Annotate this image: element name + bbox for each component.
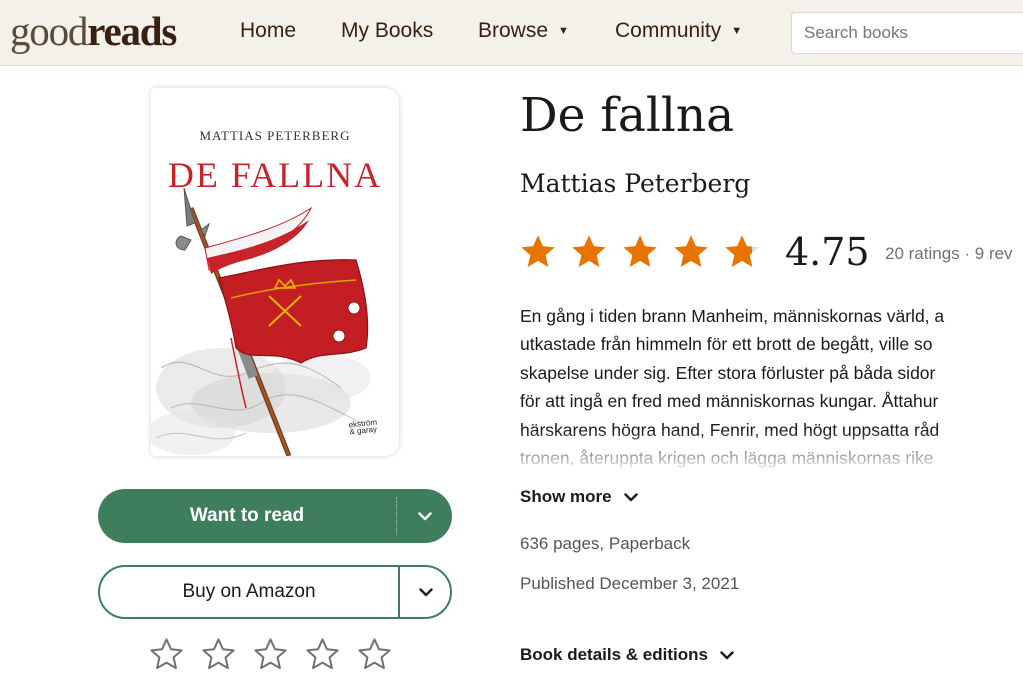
chevron-down-icon — [419, 587, 433, 596]
want-to-read-label: Want to read — [189, 505, 305, 526]
book-description: En gång i tiden brann Manheim, människor… — [520, 302, 1023, 472]
average-rating-stars — [518, 232, 762, 272]
search-input[interactable] — [791, 12, 1023, 54]
star-outline-icon[interactable] — [148, 636, 185, 673]
book-title: De fallna — [520, 88, 735, 143]
show-more-button[interactable]: Show more — [520, 487, 638, 507]
book-details-editions-toggle[interactable]: Book details & editions — [520, 645, 734, 665]
star-filled-icon — [674, 235, 708, 267]
logo-text-light: good — [10, 8, 88, 54]
goodreads-logo[interactable]: goodreads — [10, 7, 177, 55]
star-filled-icon — [572, 235, 606, 267]
nav-community-label: Community — [615, 19, 722, 42]
star-outline-icon[interactable] — [200, 636, 237, 673]
cover-publisher-logo: ekström & garay — [348, 418, 378, 437]
chevron-down-icon — [418, 511, 432, 520]
book-author-link[interactable]: Mattias Peterberg — [520, 169, 750, 198]
publisher-line-2: & garay — [348, 424, 377, 437]
show-more-label: Show more — [520, 487, 612, 506]
nav-community[interactable]: Community ▼ — [615, 19, 742, 43]
book-cover[interactable]: MATTIAS PETERBERG DE FALLNA ekström & ga… — [151, 88, 399, 456]
top-navigation-bar: goodreads Home My Books Browse ▼ Communit… — [0, 0, 1023, 66]
description-line: härskarens högra hand, Fenrir, med högt … — [520, 419, 940, 440]
logo-text-bold: reads — [87, 8, 177, 54]
star-filled-icon — [623, 235, 657, 267]
buy-on-amazon-button[interactable]: Buy on Amazon — [98, 565, 452, 619]
description-line: tronen, återuppta krigen och lägga männi… — [520, 448, 934, 469]
average-rating-value: 4.75 — [785, 230, 870, 274]
description-line: En gång i tiden brann Manheim, människor… — [520, 306, 945, 326]
book-details-label: Book details & editions — [520, 645, 708, 664]
chevron-down-icon — [623, 492, 638, 501]
rate-this-book — [148, 636, 393, 673]
description-line: utkastade från himmeln för ett brott de … — [520, 334, 933, 355]
star-outline-icon[interactable] — [356, 636, 393, 673]
buy-on-amazon-label: Buy on Amazon — [182, 581, 316, 602]
description-line: skapelse under sig. Efter stora förluste… — [520, 362, 936, 383]
nav-browse[interactable]: Browse ▼ — [478, 19, 569, 43]
caret-down-icon: ▼ — [558, 25, 569, 37]
banner-spear-illustration — [151, 188, 371, 456]
caret-down-icon: ▼ — [731, 25, 743, 37]
want-to-read-button[interactable]: Want to read — [98, 489, 452, 543]
nav-my-books-label: My Books — [341, 19, 434, 42]
button-divider — [396, 497, 397, 535]
nav-home-label: Home — [240, 19, 297, 42]
star-outline-icon[interactable] — [304, 636, 341, 673]
nav-home[interactable]: Home — [240, 19, 296, 43]
nav-browse-label: Browse — [478, 19, 549, 42]
ratings-reviews-count[interactable]: 20 ratings · 9 rev — [885, 244, 1013, 264]
buy-options-dropdown[interactable] — [400, 567, 452, 617]
cover-author-text: MATTIAS PETERBERG — [199, 128, 351, 143]
star-outline-icon[interactable] — [252, 636, 289, 673]
shelf-options-dropdown[interactable] — [398, 489, 452, 543]
publication-date: Published December 3, 2021 — [520, 574, 740, 593]
pages-and-format: 636 pages, Paperback — [520, 534, 691, 553]
star-partial-icon — [725, 235, 759, 267]
description-line: för att ingå en fred med människornas ku… — [520, 391, 939, 412]
chevron-down-icon — [720, 650, 734, 659]
nav-my-books[interactable]: My Books — [341, 19, 433, 43]
star-filled-icon — [521, 235, 555, 267]
